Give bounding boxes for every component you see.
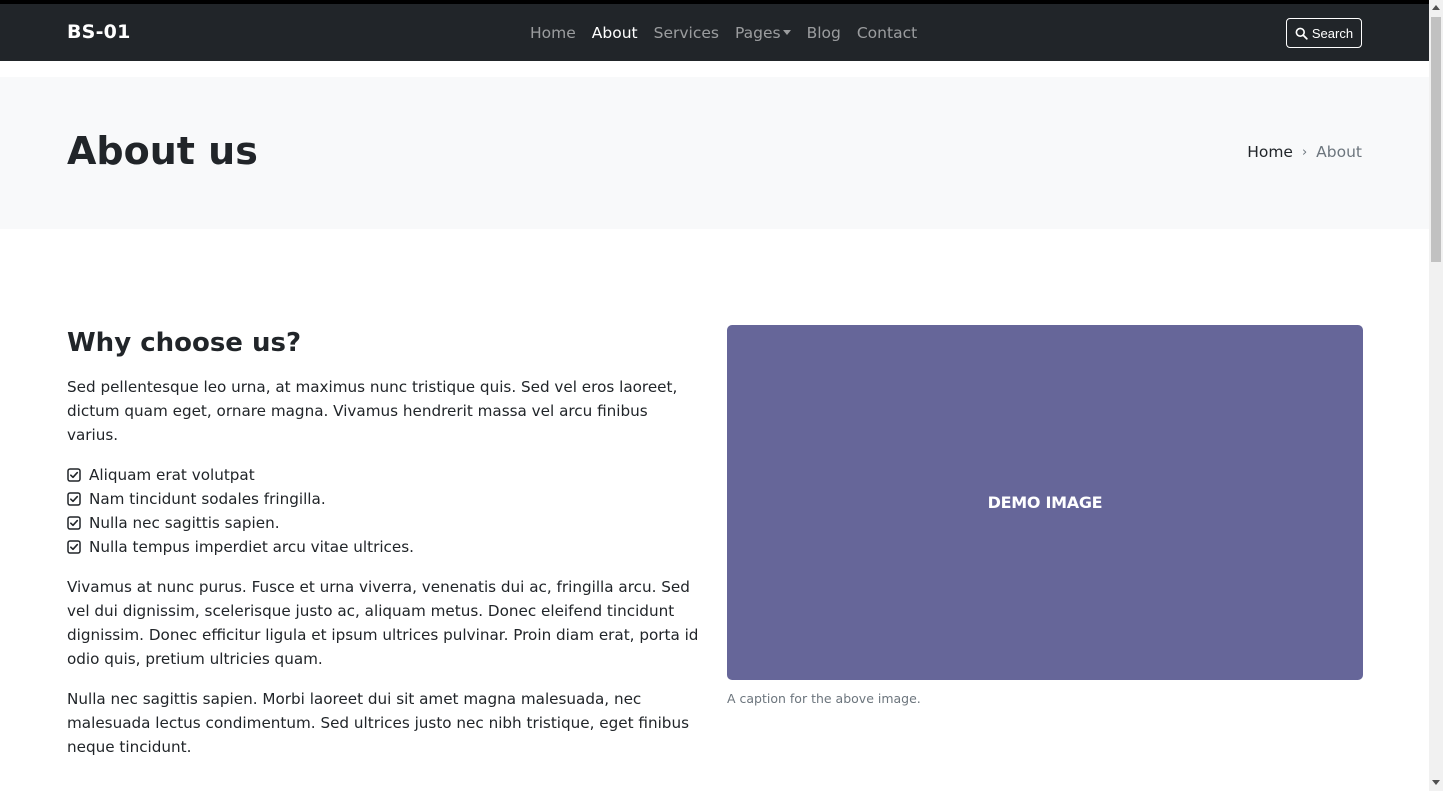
checklist-item: Aliquam erat volutpat (67, 463, 699, 487)
navbar: BS-01 Home About Services Pages Blog Con… (0, 4, 1429, 61)
about-content: Why choose us? Sed pellentesque leo urna… (67, 325, 699, 759)
page-header: About us Home › About (0, 77, 1429, 229)
check-square-icon (67, 492, 81, 506)
nav-link-pages-label: Pages (734, 23, 781, 42)
nav-link-services[interactable]: Services (654, 24, 719, 42)
demo-image: DEMO IMAGE (727, 325, 1363, 680)
nav-menu: Home About Services Pages Blog Contact (530, 4, 917, 61)
checklist-item: Nulla tempus imperdiet arcu vitae ultric… (67, 535, 699, 559)
nav-link-pages-dropdown[interactable]: Pages (735, 24, 791, 42)
check-square-icon (67, 540, 81, 554)
figure-caption: A caption for the above image. (727, 691, 921, 706)
intro-paragraph: Sed pellentesque leo urna, at maximus nu… (67, 378, 678, 444)
checklist-item-label: Nam tincidunt sodales fringilla. (89, 490, 326, 508)
breadcrumb-current: About (1316, 143, 1362, 161)
body-paragraph: Nulla nec sagittis sapien. Morbi laoreet… (67, 690, 689, 756)
nav-link-contact[interactable]: Contact (857, 24, 917, 42)
scroll-down-arrow-icon[interactable] (1432, 780, 1440, 785)
search-button-label: Search (1311, 25, 1354, 41)
checklist-item-label: Aliquam erat volutpat (89, 466, 255, 484)
section-heading: Why choose us? (67, 328, 302, 358)
search-icon (1295, 27, 1308, 40)
brand-logo[interactable]: BS-01 (67, 4, 131, 61)
breadcrumb: Home › About (1247, 143, 1362, 161)
check-square-icon (67, 516, 81, 530)
search-button[interactable]: Search (1286, 18, 1362, 48)
page-title: About us (67, 129, 258, 173)
demo-figure: DEMO IMAGE A caption for the above image… (727, 325, 1363, 706)
nav-link-home[interactable]: Home (530, 24, 576, 42)
checklist-item-label: Nulla nec sagittis sapien. (89, 514, 280, 532)
checklist-item: Nulla nec sagittis sapien. (67, 511, 699, 535)
vertical-scrollbar[interactable] (1429, 0, 1443, 791)
chevron-right-icon: › (1301, 144, 1308, 160)
nav-link-about[interactable]: About (592, 24, 638, 42)
feature-checklist: Aliquam erat volutpat Nam tincidunt soda… (67, 463, 699, 559)
breadcrumb-home-link[interactable]: Home (1247, 143, 1293, 161)
caret-down-icon (782, 29, 791, 35)
scrollbar-thumb[interactable] (1431, 17, 1441, 262)
nav-link-blog[interactable]: Blog (807, 24, 841, 42)
checklist-item: Nam tincidunt sodales fringilla. (67, 487, 699, 511)
scroll-up-arrow-icon[interactable] (1432, 5, 1440, 10)
check-square-icon (67, 468, 81, 482)
checklist-item-label: Nulla tempus imperdiet arcu vitae ultric… (89, 538, 414, 556)
body-paragraph: Vivamus at nunc purus. Fusce et urna viv… (67, 578, 699, 668)
